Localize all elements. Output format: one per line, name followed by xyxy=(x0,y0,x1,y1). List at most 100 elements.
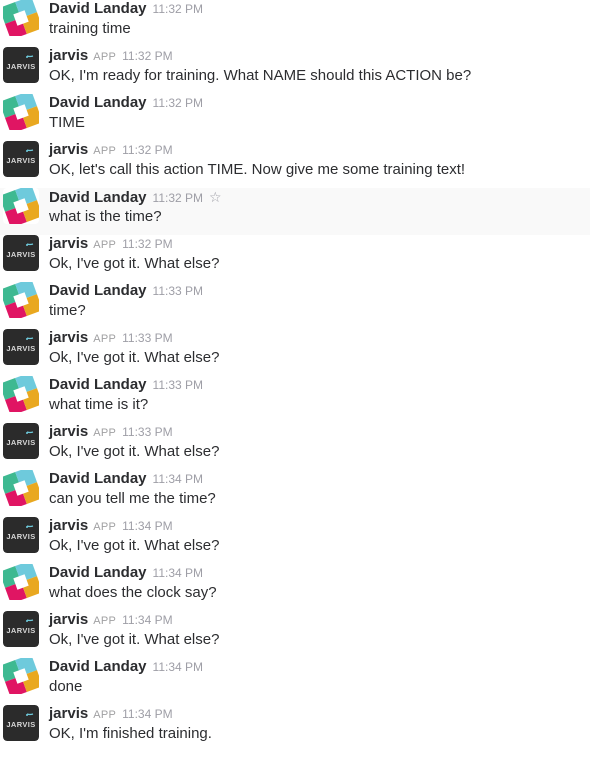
message-text: what time is it? xyxy=(49,396,149,413)
message-header: jarvis APP 11:32 PM xyxy=(49,141,173,160)
jarvis-avatar-icon[interactable]: JARVIS xyxy=(3,235,39,271)
author-name[interactable]: David Landay xyxy=(49,94,147,111)
author-name[interactable]: jarvis xyxy=(49,517,88,534)
message-row[interactable]: David Landay 11:34 PM what does the clock … xyxy=(0,564,590,611)
message-text: OK, let's call this action TIME. Now giv… xyxy=(49,161,466,178)
svg-text:JARVIS: JARVIS xyxy=(6,62,35,71)
message-feed: David Landay 11:32 PM training time JARVIS j… xyxy=(0,0,590,757)
message-text: what is the time? xyxy=(49,208,162,225)
author-name[interactable]: David Landay xyxy=(49,564,147,581)
user-avatar-icon[interactable] xyxy=(3,0,39,36)
author-name[interactable]: jarvis xyxy=(49,141,88,158)
message-row[interactable]: David Landay 11:32 PM training time xyxy=(0,0,590,47)
message-row[interactable]: David Landay 11:32 PM TIME xyxy=(0,94,590,141)
user-avatar-icon[interactable] xyxy=(3,470,39,506)
author-name[interactable]: David Landay xyxy=(49,189,147,206)
svg-text:JARVIS: JARVIS xyxy=(6,720,35,729)
message-row[interactable]: JARVIS jarvis APP 11:32 PM OK, let's call th… xyxy=(0,141,590,188)
timestamp[interactable]: 11:32 PM xyxy=(122,49,172,63)
user-avatar-icon[interactable] xyxy=(3,376,39,412)
timestamp[interactable]: 11:32 PM xyxy=(153,2,203,16)
jarvis-avatar-icon[interactable]: JARVIS xyxy=(3,47,39,83)
star-icon[interactable]: ☆ xyxy=(209,189,222,205)
app-badge: APP xyxy=(93,709,117,721)
message-row[interactable]: JARVIS jarvis APP 11:34 PM Ok, I've got it. … xyxy=(0,517,590,564)
svg-text:JARVIS: JARVIS xyxy=(6,626,35,635)
message-header: David Landay 11:34 PM xyxy=(49,658,203,676)
timestamp[interactable]: 11:34 PM xyxy=(122,613,172,627)
message-row[interactable]: JARVIS jarvis APP 11:33 PM Ok, I've got it. … xyxy=(0,423,590,470)
timestamp[interactable]: 11:32 PM xyxy=(153,96,203,110)
timestamp[interactable]: 11:32 PM xyxy=(153,191,203,205)
message-header: jarvis APP 11:34 PM xyxy=(49,517,173,536)
author-name[interactable]: David Landay xyxy=(49,282,147,299)
jarvis-avatar-icon[interactable]: JARVIS xyxy=(3,141,39,177)
svg-text:JARVIS: JARVIS xyxy=(6,532,35,541)
message-header: jarvis APP 11:32 PM xyxy=(49,235,173,254)
app-badge: APP xyxy=(93,333,117,345)
app-badge: APP xyxy=(93,615,117,627)
author-name[interactable]: jarvis xyxy=(49,235,88,252)
message-row[interactable]: David Landay 11:34 PM done xyxy=(0,658,590,705)
message-row[interactable]: David Landay 11:34 PM can you tell me the … xyxy=(0,470,590,517)
jarvis-avatar-icon[interactable]: JARVIS xyxy=(3,517,39,553)
timestamp[interactable]: 11:32 PM xyxy=(122,143,172,157)
timestamp[interactable]: 11:32 PM xyxy=(122,237,172,251)
author-name[interactable]: jarvis xyxy=(49,423,88,440)
timestamp[interactable]: 11:33 PM xyxy=(122,331,172,345)
author-name[interactable]: jarvis xyxy=(49,705,88,722)
message-row[interactable]: JARVIS jarvis APP 11:33 PM Ok, I've got it. … xyxy=(0,329,590,376)
timestamp[interactable]: 11:33 PM xyxy=(153,284,203,298)
app-badge: APP xyxy=(93,427,117,439)
author-name[interactable]: David Landay xyxy=(49,658,147,675)
message-row[interactable]: JARVIS jarvis APP 11:34 PM Ok, I've got it. … xyxy=(0,611,590,658)
svg-text:JARVIS: JARVIS xyxy=(6,438,35,447)
app-badge: APP xyxy=(93,145,117,157)
message-row[interactable]: David Landay 11:32 PM ☆ what is the time? xyxy=(0,188,590,235)
author-name[interactable]: David Landay xyxy=(49,470,147,487)
timestamp[interactable]: 11:34 PM xyxy=(153,566,203,580)
message-header: David Landay 11:34 PM xyxy=(49,564,203,582)
jarvis-avatar-icon[interactable]: JARVIS xyxy=(3,611,39,647)
author-name[interactable]: jarvis xyxy=(49,47,88,64)
timestamp[interactable]: 11:34 PM xyxy=(122,707,172,721)
jarvis-avatar-icon[interactable]: JARVIS xyxy=(3,329,39,365)
message-header: jarvis APP 11:33 PM xyxy=(49,329,173,348)
message-text: can you tell me the time? xyxy=(49,490,216,507)
jarvis-avatar-icon[interactable]: JARVIS xyxy=(3,705,39,741)
user-avatar-icon[interactable] xyxy=(3,94,39,130)
user-avatar-icon[interactable] xyxy=(3,282,39,318)
timestamp[interactable]: 11:34 PM xyxy=(153,660,203,674)
message-header: David Landay 11:32 PM ☆ xyxy=(49,188,222,207)
user-avatar-icon[interactable] xyxy=(3,658,39,694)
app-badge: APP xyxy=(93,51,117,63)
message-row[interactable]: JARVIS jarvis APP 11:32 PM OK, I'm ready for… xyxy=(0,47,590,94)
timestamp[interactable]: 11:33 PM xyxy=(122,425,172,439)
message-row[interactable]: David Landay 11:33 PM what time is it? xyxy=(0,376,590,423)
message-header: jarvis APP 11:33 PM xyxy=(49,423,173,442)
message-text: Ok, I've got it. What else? xyxy=(49,537,220,554)
timestamp[interactable]: 11:33 PM xyxy=(153,378,203,392)
svg-text:JARVIS: JARVIS xyxy=(6,156,35,165)
message-header: jarvis APP 11:34 PM xyxy=(49,611,173,630)
message-text: TIME xyxy=(49,114,85,131)
author-name[interactable]: jarvis xyxy=(49,329,88,346)
svg-text:JARVIS: JARVIS xyxy=(6,250,35,259)
message-row[interactable]: JARVIS jarvis APP 11:32 PM Ok, I've got it. … xyxy=(0,235,590,282)
app-badge: APP xyxy=(93,239,117,251)
timestamp[interactable]: 11:34 PM xyxy=(122,519,172,533)
author-name[interactable]: David Landay xyxy=(49,376,147,393)
message-row[interactable]: JARVIS jarvis APP 11:34 PM OK, I'm finished … xyxy=(0,705,590,752)
message-text: Ok, I've got it. What else? xyxy=(49,349,220,366)
author-name[interactable]: jarvis xyxy=(49,611,88,628)
message-header: jarvis APP 11:34 PM xyxy=(49,705,173,724)
message-text: what does the clock say? xyxy=(49,584,217,601)
user-avatar-icon[interactable] xyxy=(3,564,39,600)
message-header: David Landay 11:32 PM xyxy=(49,94,203,112)
author-name[interactable]: David Landay xyxy=(49,0,147,17)
message-row[interactable]: David Landay 11:33 PM time? xyxy=(0,282,590,329)
message-text: training time xyxy=(49,20,131,37)
jarvis-avatar-icon[interactable]: JARVIS xyxy=(3,423,39,459)
timestamp[interactable]: 11:34 PM xyxy=(153,472,203,486)
user-avatar-icon[interactable] xyxy=(3,188,39,224)
